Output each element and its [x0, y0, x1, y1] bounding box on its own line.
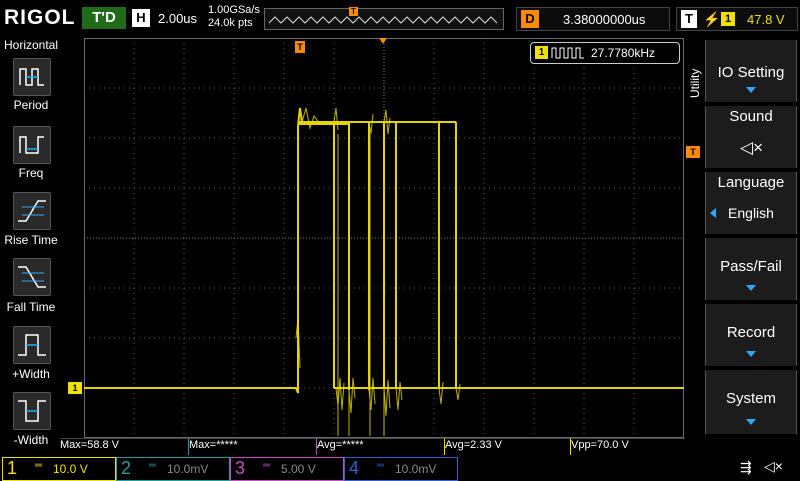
trigger-panel[interactable]: T ⚡ 1 47.8 V: [676, 7, 798, 31]
ch1-number: 1: [7, 458, 18, 478]
measurement-text: Avg=2.33 V: [445, 439, 502, 451]
ch2-number: 2: [121, 458, 132, 478]
io-setting-button[interactable]: IO Setting: [705, 40, 797, 102]
measurement-item[interactable]: Avg=2.33 V: [444, 438, 571, 455]
rigol-logo: RIGOL: [4, 6, 76, 29]
speaker-muted-icon: ◁×: [764, 458, 783, 474]
usb-icon: ⇶: [740, 459, 752, 475]
language-button[interactable]: Language English: [705, 172, 797, 234]
horizontal-label: H: [132, 9, 150, 27]
top-status-bar: RIGOL T'D H 2.00us 1.00GSa/s 24.0k pts T…: [0, 0, 800, 36]
pass-fail-button[interactable]: Pass/Fail: [705, 238, 797, 300]
menu-title: Horizontal: [3, 38, 59, 52]
ch1-coupling-icon: ═: [35, 460, 43, 471]
ch2-scale: 10.0mV: [167, 462, 209, 476]
counter-channel: 1: [535, 46, 548, 59]
measurement-text: Max=58.8 V: [60, 439, 120, 451]
sound-label: Sound: [729, 108, 773, 125]
trigger-level-value: 47.8 V: [747, 12, 785, 27]
submenu-arrow-icon: [746, 419, 756, 425]
measurement-text: Avg=*****: [317, 439, 364, 451]
ch1-offset-marker[interactable]: 1: [68, 382, 82, 394]
waveform-display[interactable]: 1 27.7780kHz: [84, 38, 684, 438]
graticule: [84, 38, 684, 438]
fall-time-label: Fall Time: [6, 300, 56, 314]
measurement-item[interactable]: Vpp=70.0 V: [570, 438, 685, 455]
center-marker-icon: [379, 38, 387, 44]
system-label: System: [725, 390, 776, 407]
square-wave-icon: [551, 47, 584, 59]
utility-menu-title: Utility: [688, 68, 702, 98]
io-setting-label: IO Setting: [717, 64, 785, 81]
ch4-panel[interactable]: 4 ═ 10.0mV: [344, 457, 458, 481]
submenu-arrow-icon: [746, 285, 756, 291]
period-icon: [19, 68, 44, 86]
run-status-badge[interactable]: T'D: [82, 7, 126, 29]
memory-depth: 24.0k pts: [208, 17, 253, 29]
measurement-item[interactable]: Max=*****: [188, 438, 317, 455]
fall-time-button[interactable]: [13, 258, 51, 296]
memory-overview[interactable]: T: [264, 7, 504, 30]
positive-width-icon: [18, 334, 46, 356]
trigger-position-marker: T: [349, 7, 358, 16]
ch3-number: 3: [235, 458, 246, 478]
trigger-level-marker[interactable]: T: [686, 146, 700, 158]
frequency-icon: [19, 136, 44, 154]
freq-label: Freq: [18, 166, 44, 180]
ch2-panel[interactable]: 2 ═ 10.0mV: [116, 457, 230, 481]
system-button[interactable]: System: [705, 370, 797, 434]
measurement-text: Vpp=70.0 V: [571, 439, 629, 451]
counter-value: 27.7780kHz: [591, 46, 656, 60]
measurement-item[interactable]: Max=58.8 V: [60, 438, 188, 455]
neg-width-label: -Width: [13, 433, 49, 447]
neg-width-button[interactable]: [13, 392, 51, 430]
freq-button[interactable]: [13, 126, 51, 164]
ch1-panel[interactable]: 1 ═ 10.0 V: [2, 457, 116, 481]
memory-waveform-preview: [268, 16, 498, 24]
trigger-label: T: [681, 10, 697, 28]
pass-fail-label: Pass/Fail: [720, 258, 782, 275]
submenu-arrow-icon: [746, 351, 756, 357]
fall-time-icon: [18, 266, 46, 288]
horizontal-measure-menu: Horizontal Period Freq Rise Time Fall Ti…: [0, 36, 62, 456]
pos-width-label: +Width: [12, 367, 50, 381]
ch4-coupling-icon: ═: [377, 460, 385, 471]
ch2-coupling-icon: ═: [149, 460, 157, 471]
pos-width-button[interactable]: [13, 326, 51, 364]
period-button[interactable]: [13, 58, 51, 96]
rise-time-button[interactable]: [13, 192, 51, 230]
ch3-scale: 5.00 V: [281, 462, 316, 476]
ch1-scale: 10.0 V: [53, 462, 88, 476]
measurement-item[interactable]: Avg=*****: [316, 438, 445, 455]
ch3-panel[interactable]: 3 ═ 5.00 V: [230, 457, 344, 481]
edge-trigger-icon: ⚡: [703, 11, 721, 27]
channel-bar: 1 ═ 10.0 V 2 ═ 10.0mV 3 ═ 5.00 V 4 ═ 10.…: [0, 456, 800, 481]
sample-rate: 1.00GSa/s: [208, 4, 260, 16]
trigger-source-channel: 1: [721, 12, 735, 26]
record-label: Record: [726, 324, 776, 341]
delay-panel[interactable]: D 3.38000000us: [516, 7, 670, 31]
period-label: Period: [13, 98, 49, 112]
rise-time-icon: [18, 200, 46, 222]
ch4-scale: 10.0mV: [395, 462, 437, 476]
record-button[interactable]: Record: [705, 304, 797, 366]
negative-width-icon: [18, 400, 46, 422]
ch3-coupling-icon: ═: [263, 460, 271, 471]
measurement-text: Max=*****: [189, 439, 238, 451]
sound-muted-icon: ◁×: [740, 138, 764, 157]
frequency-counter[interactable]: 1 27.7780kHz: [530, 42, 680, 64]
language-label: Language: [717, 174, 785, 191]
rise-time-label: Rise Time: [4, 233, 58, 247]
timebase-value[interactable]: 2.00us: [158, 11, 197, 26]
sound-button[interactable]: Sound ◁×: [705, 106, 797, 168]
ch4-number: 4: [349, 458, 360, 478]
submenu-arrow-icon: [746, 87, 756, 93]
delay-label: D: [521, 10, 539, 28]
language-value: English: [728, 205, 774, 221]
trigger-time-marker[interactable]: T: [295, 41, 305, 53]
delay-value: 3.38000000us: [563, 12, 646, 27]
